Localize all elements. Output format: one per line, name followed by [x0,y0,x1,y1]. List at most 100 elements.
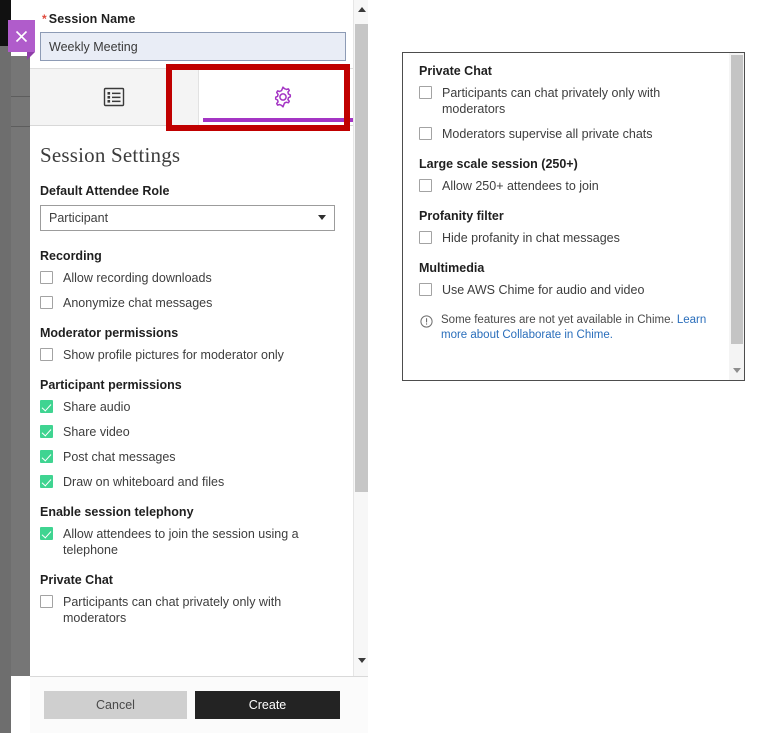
settings-group: Enable session telephony Allow attendees … [40,505,335,558]
group-title: Private Chat [40,573,113,587]
detail-groups: Private Chat Participants can chat privat… [419,64,719,298]
checkbox-label: Hide profanity in chat messages [442,231,620,245]
app-rail [0,46,11,733]
checkbox-unchecked-icon[interactable] [40,595,53,608]
checkbox-row[interactable]: Show profile pictures for moderator only [40,347,335,363]
checkbox-label: Share audio [63,400,131,414]
checkbox-label: Share video [63,425,130,439]
checkbox-label: Moderators supervise all private chats [442,127,653,141]
settings-group: Profanity filter Hide profanity in chat m… [419,209,719,246]
create-button[interactable]: Create [195,691,340,719]
settings-group: Private Chat Participants can chat privat… [419,64,719,142]
tab-details[interactable] [30,69,198,125]
settings-group: Large scale session (250+) Allow 250+ att… [419,157,719,194]
checkbox-unchecked-icon[interactable] [40,271,53,284]
checkbox-label: Show profile pictures for moderator only [63,348,284,362]
settings-groups: Recording Allow recording downloads Anonym… [40,249,335,626]
checkbox-unchecked-icon[interactable] [419,231,432,244]
settings-group: Multimedia Use AWS Chime for audio and vi… [419,261,719,298]
checkbox-label: Post chat messages [63,450,176,464]
group-title: Recording [40,249,102,263]
rail-divider-1 [11,96,30,97]
note-text: Some features are not yet available in C… [441,314,677,326]
group-title: Moderator permissions [40,326,179,340]
checkbox-checked-icon[interactable] [40,527,53,540]
checkbox-row[interactable]: Moderators supervise all private chats [419,126,719,142]
checkbox-label: Use AWS Chime for audio and video [442,283,645,297]
checkbox-unchecked-icon[interactable] [419,179,432,192]
panel-scroll-body: * Session Name Weekly Meeting Session Se… [30,0,368,676]
tab-settings[interactable] [198,69,368,125]
checkbox-label: Allow attendees to join the session usin… [63,527,299,557]
chime-availability-note: Some features are not yet available in C… [419,313,719,343]
checkbox-unchecked-icon[interactable] [419,86,432,99]
checkbox-label: Allow recording downloads [63,271,212,285]
create-session-panel: * Session Name Weekly Meeting Session Se… [30,0,368,733]
default-attendee-role-select[interactable]: Participant [40,205,335,231]
session-name-label-text: Session Name [48,12,136,26]
checkbox-label: Allow 250+ attendees to join [442,179,599,193]
settings-detail-panel: Private Chat Participants can chat privat… [402,52,745,381]
list-icon [103,86,125,108]
close-panel-button[interactable] [8,20,35,52]
rail-divider-2 [11,126,30,127]
checkbox-checked-icon[interactable] [40,475,53,488]
triangle-down-icon [732,367,741,373]
gear-icon [271,85,295,109]
checkbox-label: Participants can chat privately only wit… [442,86,661,116]
panel-footer: Cancel Create [30,676,368,733]
group-title: Profanity filter [419,209,504,223]
close-icon [14,29,29,44]
close-tab-notch [27,52,35,60]
checkbox-checked-icon[interactable] [40,400,53,413]
checkbox-label: Anonymize chat messages [63,296,213,310]
checkbox-row[interactable]: Share audio [40,399,335,415]
group-title: Participant permissions [40,378,182,392]
info-circle-icon [420,315,433,333]
screenshot-stage: * Session Name Weekly Meeting Session Se… [0,0,768,733]
panel-scrollbar[interactable] [353,0,368,676]
checkbox-row[interactable]: Share video [40,424,335,440]
checkbox-row[interactable]: Participants can chat privately only wit… [40,594,335,626]
group-title: Multimedia [419,261,485,275]
required-asterisk: * [42,12,47,26]
settings-group: Participant permissions Share audio Share … [40,378,335,490]
detail-scrollbar-thumb[interactable] [731,55,743,344]
checkbox-checked-icon[interactable] [40,425,53,438]
scrollbar-thumb[interactable] [355,24,368,492]
checkbox-row[interactable]: Anonymize chat messages [40,295,335,311]
app-rail-secondary [11,56,30,676]
group-title: Enable session telephony [40,505,194,519]
checkbox-row[interactable]: Use AWS Chime for audio and video [419,282,719,298]
checkbox-row[interactable]: Draw on whiteboard and files [40,474,335,490]
detail-panel-scrollbar[interactable] [729,53,744,380]
checkbox-row[interactable]: Participants can chat privately only wit… [419,85,719,117]
panel-tab-bar [30,68,368,126]
session-name-block: * Session Name [30,0,368,61]
checkbox-row[interactable]: Allow attendees to join the session usin… [40,526,335,558]
default-attendee-role-block: Default Attendee Role Participant [40,184,335,231]
chevron-down-icon [318,215,326,220]
page-title: Session Settings [40,143,181,167]
session-name-label: * Session Name [42,12,346,26]
detail-scroll-down-button[interactable] [729,363,744,377]
scroll-down-button[interactable] [354,653,368,668]
default-attendee-role-select-wrap: Participant [40,205,335,231]
checkbox-unchecked-icon[interactable] [40,296,53,309]
cancel-button[interactable]: Cancel [44,691,187,719]
checkbox-row[interactable]: Post chat messages [40,449,335,465]
checkbox-unchecked-icon[interactable] [419,283,432,296]
checkbox-unchecked-icon[interactable] [419,127,432,140]
checkbox-checked-icon[interactable] [40,450,53,463]
note-text-wrap: Some features are not yet available in C… [441,313,719,343]
checkbox-row[interactable]: Allow 250+ attendees to join [419,178,719,194]
triangle-up-icon [357,7,366,12]
settings-group: Recording Allow recording downloads Anonym… [40,249,335,311]
group-title: Private Chat [419,64,492,78]
scroll-up-button[interactable] [354,2,368,17]
default-attendee-role-value: Participant [49,211,109,225]
session-name-input[interactable] [40,32,346,61]
checkbox-row[interactable]: Allow recording downloads [40,270,335,286]
checkbox-unchecked-icon[interactable] [40,348,53,361]
checkbox-row[interactable]: Hide profanity in chat messages [419,230,719,246]
